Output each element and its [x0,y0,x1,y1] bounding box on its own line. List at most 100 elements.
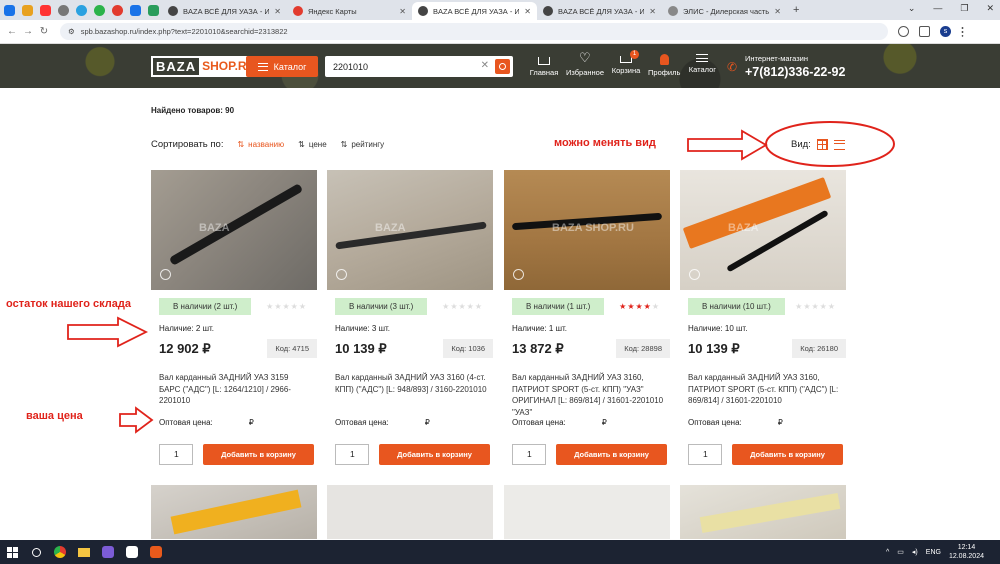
product-image[interactable] [504,485,670,539]
product-name[interactable]: Вал карданный ЗАДНИЙ УАЗ 3159 БАРС ("АДС… [159,372,311,418]
quantity-input[interactable]: 1 [688,444,722,465]
clock-time: 12:14 [957,544,976,551]
stock-badge: В наличии (1 шт.) [512,298,605,315]
wholesale-currency: ₽ [248,418,254,427]
stock-badge: В наличии (10 шт.) [688,298,785,315]
watermark-logo: BAZA SHOP.RU [552,222,634,234]
product-card: BAZA В наличии (3 шт.) ★★★★★ Наличие: 3 … [327,170,493,465]
product-image[interactable]: BAZA [151,170,317,290]
product-code: Код: 26180 [792,339,846,358]
price-row: 12 902 ₽ Код: 4715 [151,339,317,358]
product-image[interactable]: BAZA [680,170,846,290]
availability-text: Наличие: 1 шт. [512,324,567,333]
product-card: BAZA В наличии (2 шт.) ★★★★★ Наличие: 2 … [151,170,317,465]
product-image[interactable] [680,485,846,539]
buy-row: 1 Добавить в корзину [159,444,314,465]
wholesale-label: Оптовая цена: [688,418,742,427]
app-icon[interactable] [120,540,144,564]
quantity-input[interactable]: 1 [512,444,546,465]
taskbar: ^ ▭ ◂) ENG 12:14 12.08.2024 [0,540,1000,564]
product-image[interactable] [151,485,317,539]
tray-chevron-icon[interactable]: ^ [886,549,889,556]
price-row: 10 139 ₽ Код: 1036 [327,339,493,358]
stock-badge: В наличии (2 шт.) [159,298,252,315]
chrome-icon[interactable] [48,540,72,564]
product-code: Код: 1036 [443,339,493,358]
zoom-icon[interactable] [689,269,700,280]
product-name[interactable]: Вал карданный ЗАДНИЙ УАЗ 3160, ПАТРИОТ S… [688,372,840,418]
arrow-right-icon [687,129,768,161]
product-box-image [682,177,832,249]
stock-badge: В наличии (3 шт.) [335,298,428,315]
start-button[interactable] [0,540,24,564]
language-indicator[interactable]: ENG [926,549,941,556]
stock-row: В наличии (3 шт.) ★★★★★ [327,298,493,315]
wholesale-currency: ₽ [424,418,430,427]
product-shaft-image [168,183,304,266]
annotation-price-note: ваша цена [26,410,83,422]
product-price: 10 139 ₽ [688,340,740,356]
add-to-cart-button[interactable]: Добавить в корзину [732,444,843,465]
rating-stars: ★★★★★ [795,302,836,311]
availability-text: Наличие: 3 шт. [335,324,390,333]
add-to-cart-button[interactable]: Добавить в корзину [556,444,667,465]
product-image[interactable]: BAZA SHOP.RU [504,170,670,290]
stock-row: В наличии (1 шт.) ★★★★★ [504,298,670,315]
rating-stars: ★★★★★ [619,302,660,311]
arrow-right-icon [67,316,149,348]
wholesale-price: Оптовая цена: ₽ [159,418,317,427]
price-row: 13 872 ₽ Код: 28898 [504,339,670,358]
wholesale-price: Оптовая цена: ₽ [688,418,846,427]
product-name[interactable]: Вал карданный ЗАДНИЙ УАЗ 3160, ПАТРИОТ S… [512,372,664,418]
wholesale-label: Оптовая цена: [335,418,389,427]
arrow-right-icon [119,406,154,434]
product-image[interactable] [327,485,493,539]
quantity-input[interactable]: 1 [335,444,369,465]
product-image[interactable]: BAZA [327,170,493,290]
product-card: BAZA SHOP.RU В наличии (1 шт.) ★★★★★ Нал… [504,170,670,465]
buy-row: 1 Добавить в корзину [335,444,490,465]
availability-text: Наличие: 10 шт. [688,324,748,333]
zoom-icon[interactable] [513,269,524,280]
product-price: 10 139 ₽ [335,340,387,356]
folder-icon[interactable] [72,540,96,564]
annotation-stock-note: остаток нашего склада [6,298,131,310]
wholesale-currency: ₽ [601,418,607,427]
clock[interactable]: 12:14 12.08.2024 [949,543,984,561]
app-icon[interactable] [144,540,168,564]
annotation-view-note: можно менять вид [554,137,656,149]
highlight-ellipse [765,121,895,167]
quantity-input[interactable]: 1 [159,444,193,465]
clock-date: 12.08.2024 [948,553,984,560]
zoom-icon[interactable] [160,269,171,280]
product-card: BAZA В наличии (10 шт.) ★★★★★ Наличие: 1… [680,170,846,465]
rating-stars: ★★★★★ [442,302,483,311]
app-icon[interactable] [96,540,120,564]
buy-row: 1 Добавить в корзину [512,444,667,465]
add-to-cart-button[interactable]: Добавить в корзину [203,444,314,465]
product-shaft-image [335,221,487,250]
search-icon[interactable] [24,540,48,564]
stock-row: В наличии (2 шт.) ★★★★★ [151,298,317,315]
buy-row: 1 Добавить в корзину [688,444,843,465]
stock-row: В наличии (10 шт.) ★★★★★ [680,298,846,315]
product-name[interactable]: Вал карданный ЗАДНИЙ УАЗ 3160 (4-ст. КПП… [335,372,487,418]
wholesale-price: Оптовая цена: ₽ [512,418,670,427]
system-tray: ^ ▭ ◂) ENG 12:14 12.08.2024 [886,543,984,561]
product-code: Код: 28898 [616,339,670,358]
wholesale-label: Оптовая цена: [159,418,213,427]
rating-stars: ★★★★★ [266,302,307,311]
annotation-overlay [67,121,895,434]
watermark-logo: BAZA [728,222,759,234]
network-icon[interactable]: ▭ [897,548,904,556]
volume-icon[interactable]: ◂) [912,548,918,556]
watermark-logo: BAZA [199,222,230,234]
wholesale-price: Оптовая цена: ₽ [335,418,493,427]
windows-logo-icon [6,546,18,558]
wholesale-label: Оптовая цена: [512,418,566,427]
add-to-cart-button[interactable]: Добавить в корзину [379,444,490,465]
zoom-icon[interactable] [336,269,347,280]
product-price: 12 902 ₽ [159,340,211,356]
product-code: Код: 4715 [267,339,317,358]
availability-text: Наличие: 2 шт. [159,324,214,333]
